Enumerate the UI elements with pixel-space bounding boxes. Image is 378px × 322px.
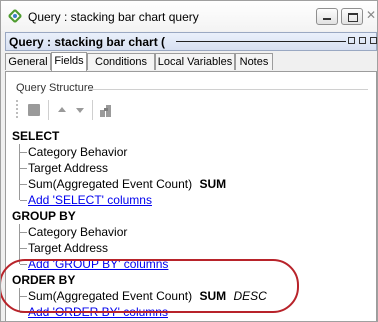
column-label: Target Address (28, 161, 109, 175)
toolbar-separator (48, 100, 49, 120)
sort-direction: DESC (233, 289, 267, 303)
order-by-column-item[interactable]: Sum(Aggregated Event Count) SUM DESC (20, 288, 267, 304)
move-up-icon[interactable] (52, 100, 72, 120)
inner-editor-title: Query : stacking bar chart ( (9, 35, 166, 49)
close-icon[interactable]: ✕ (366, 8, 376, 22)
select-heading[interactable]: SELECT (12, 128, 59, 144)
add-group-by-columns-link[interactable]: Add 'GROUP BY' columns (20, 256, 168, 272)
tab-local-variables[interactable]: Local Variables (155, 53, 235, 70)
inner-restore-icon[interactable] (359, 37, 366, 44)
tab-conditions[interactable]: Conditions (87, 53, 155, 70)
minimize-button[interactable] (316, 8, 338, 25)
group-divider (88, 89, 368, 90)
select-column-item[interactable]: Sum(Aggregated Event Count) SUM (20, 176, 226, 192)
select-column-item[interactable]: Target Address (20, 160, 108, 176)
title-bar[interactable]: Query : stacking bar chart query ✕ (1, 1, 377, 31)
aggregate-label: SUM (199, 177, 227, 191)
add-order-by-link-text[interactable]: Add 'ORDER BY' columns (28, 305, 168, 319)
column-label: Sum(Aggregated Event Count) (28, 289, 193, 303)
inner-close-icon[interactable] (370, 37, 377, 44)
select-column-item[interactable]: Category Behavior (20, 144, 127, 160)
inner-minimize-icon[interactable] (348, 37, 355, 44)
window-title: Query : stacking bar chart query (28, 10, 199, 24)
group-by-column-item[interactable]: Target Address (20, 240, 108, 256)
group-by-column-item[interactable]: Category Behavior (20, 224, 127, 240)
fields-panel: Query Structure SELECT Category Behavior… (5, 71, 377, 321)
column-label: Category Behavior (28, 145, 128, 159)
column-label: Category Behavior (28, 225, 128, 239)
column-label: Sum(Aggregated Event Count) (28, 177, 193, 191)
aggregate-label: SUM (199, 289, 227, 303)
maximize-button[interactable] (341, 8, 363, 25)
add-select-link-text[interactable]: Add 'SELECT' columns (28, 193, 152, 207)
delete-column-icon[interactable] (24, 100, 44, 120)
query-window: Query : stacking bar chart query ✕ Query… (0, 0, 378, 322)
add-order-by-columns-link[interactable]: Add 'ORDER BY' columns (20, 304, 168, 320)
toolbar-separator (92, 100, 93, 120)
maximize-icon (348, 13, 358, 22)
add-group-by-link-text[interactable]: Add 'GROUP BY' columns (28, 257, 168, 271)
toolbar-grip (16, 100, 18, 120)
tab-notes[interactable]: Notes (235, 53, 273, 70)
add-select-columns-link[interactable]: Add 'SELECT' columns (20, 192, 152, 208)
query-app-icon (8, 9, 22, 23)
minimize-icon (323, 18, 331, 20)
group-by-heading[interactable]: GROUP BY (12, 208, 76, 224)
order-by-heading[interactable]: ORDER BY (12, 272, 75, 288)
query-structure-label: Query Structure (16, 82, 94, 94)
column-label: Target Address (28, 241, 109, 255)
tab-fields[interactable]: Fields (51, 52, 87, 71)
move-down-icon[interactable] (70, 100, 90, 120)
column-properties-icon[interactable] (96, 100, 116, 120)
inner-header-rule (176, 41, 346, 42)
inner-editor-header: Query : stacking bar chart ( (5, 32, 377, 51)
tab-general[interactable]: General (5, 53, 51, 70)
